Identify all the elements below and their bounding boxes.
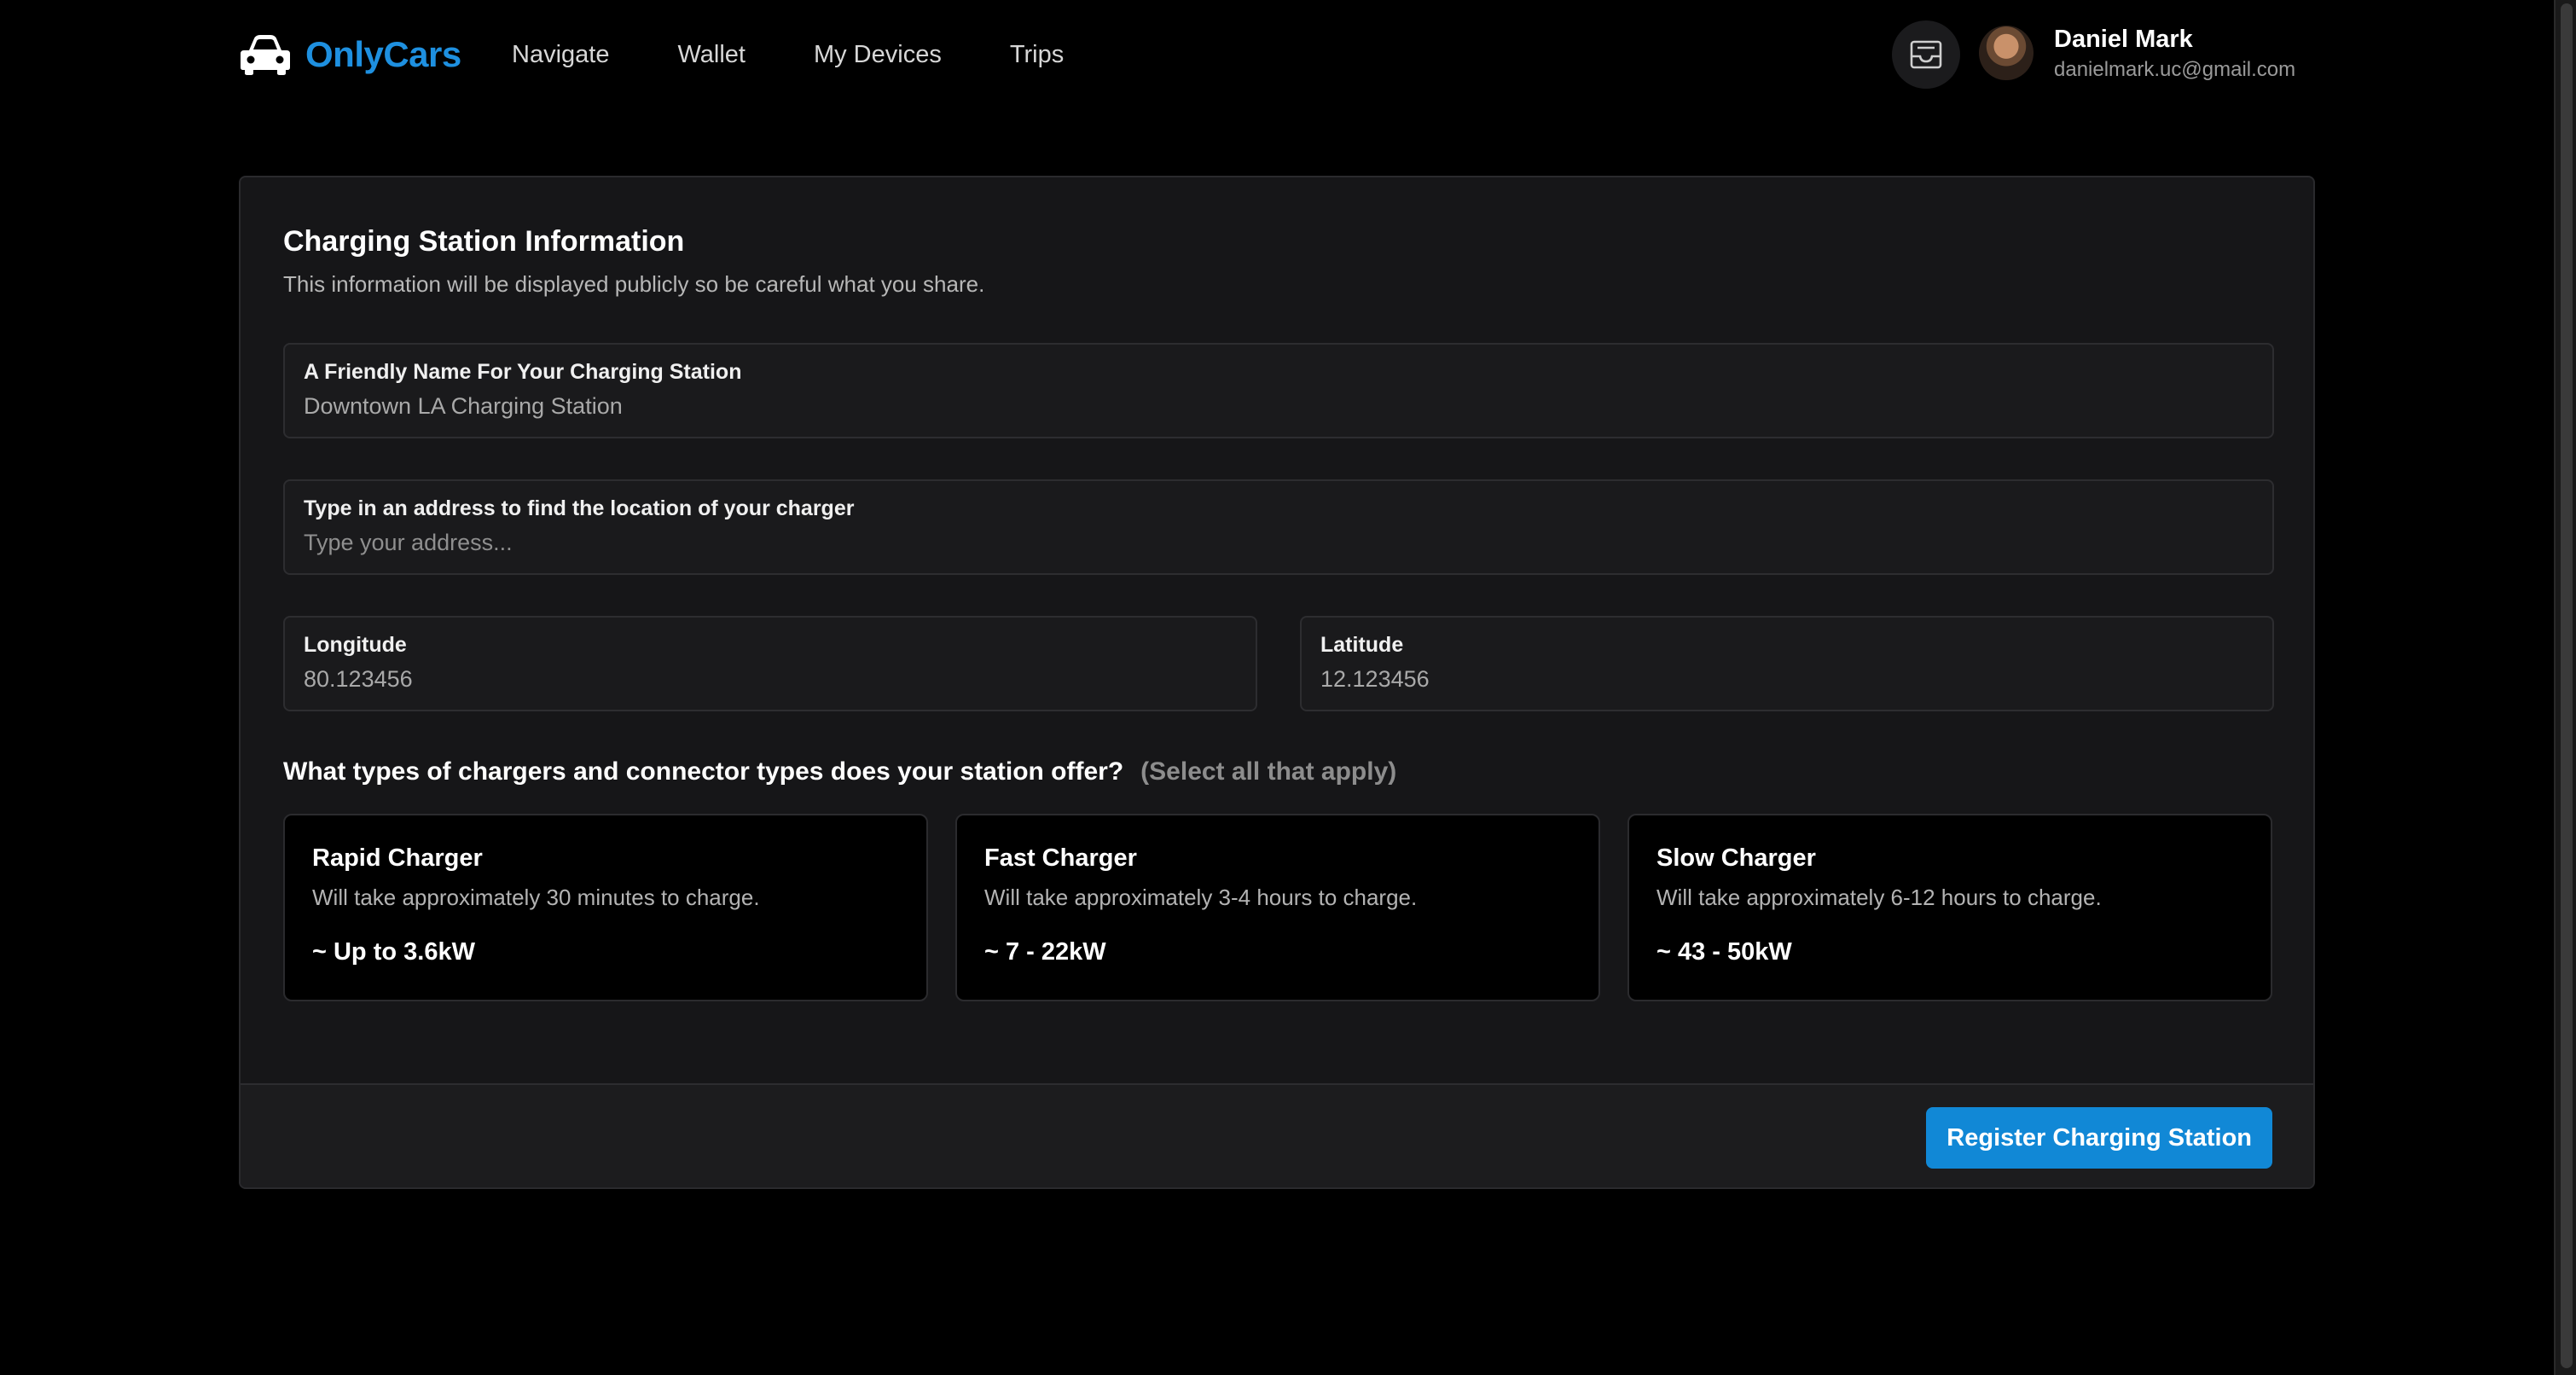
question-text: What types of chargers and connector typ… <box>283 757 1124 786</box>
address-input[interactable] <box>304 530 2254 556</box>
register-station-button[interactable]: Register Charging Station <box>1926 1107 2272 1169</box>
station-name-field[interactable]: A Friendly Name For Your Charging Statio… <box>283 343 2274 438</box>
car-icon <box>241 35 290 75</box>
address-label: Type in an address to find the location … <box>304 496 855 520</box>
charger-title: Rapid Charger <box>312 844 483 872</box>
form-footer: Register Charging Station <box>241 1083 2313 1187</box>
top-header: OnlyCars Navigate Wallet My Devices Trip… <box>239 20 2315 89</box>
charger-power: ~ 7 - 22kW <box>984 938 1106 966</box>
page-title: Charging Station Information <box>283 225 685 258</box>
page-subtitle: This information will be displayed publi… <box>283 271 985 297</box>
charger-types-question: What types of chargers and connector typ… <box>283 757 1396 786</box>
longitude-label: Longitude <box>304 633 407 657</box>
station-form-panel: Charging Station Information This inform… <box>239 176 2315 1189</box>
charger-power: ~ 43 - 50kW <box>1656 938 1792 966</box>
user-email: danielmark.uc@gmail.com <box>2054 58 2296 81</box>
nav-wallet[interactable]: Wallet <box>677 41 746 69</box>
charger-description: Will take approximately 3-4 hours to cha… <box>984 885 1418 910</box>
address-field[interactable]: Type in an address to find the location … <box>283 479 2274 575</box>
charger-option-rapid[interactable]: Rapid Charger Will take approximately 30… <box>283 814 928 1001</box>
nav-trips[interactable]: Trips <box>1010 41 1064 69</box>
station-name-label: A Friendly Name For Your Charging Statio… <box>304 360 742 384</box>
brand-logo[interactable]: OnlyCars <box>239 26 461 84</box>
latitude-input[interactable] <box>1320 666 2254 693</box>
charger-title: Slow Charger <box>1656 844 1816 872</box>
inbox-icon <box>1910 40 1942 69</box>
station-name-input[interactable] <box>304 393 2254 420</box>
brand-name: OnlyCars <box>305 34 461 74</box>
charger-title: Fast Charger <box>984 844 1137 872</box>
scrollbar-thumb[interactable] <box>2561 3 2573 1368</box>
latitude-label: Latitude <box>1320 633 1404 657</box>
charger-description: Will take approximately 30 minutes to ch… <box>312 885 760 910</box>
question-hint: (Select all that apply) <box>1140 757 1397 786</box>
user-avatar[interactable] <box>1979 26 2034 80</box>
longitude-input[interactable] <box>304 666 1237 693</box>
latitude-field[interactable]: Latitude <box>1300 616 2274 711</box>
charger-option-slow[interactable]: Slow Charger Will take approximately 6-1… <box>1627 814 2272 1001</box>
user-name: Daniel Mark <box>2054 26 2193 53</box>
nav-navigate[interactable]: Navigate <box>512 41 609 69</box>
charger-description: Will take approximately 6-12 hours to ch… <box>1656 885 2102 910</box>
charger-option-fast[interactable]: Fast Charger Will take approximately 3-4… <box>955 814 1600 1001</box>
main-nav: Navigate Wallet My Devices Trips <box>512 26 1132 84</box>
inbox-button[interactable] <box>1892 20 1960 89</box>
longitude-field[interactable]: Longitude <box>283 616 1257 711</box>
page-scrollbar[interactable] <box>2554 0 2576 1375</box>
charger-power: ~ Up to 3.6kW <box>312 938 475 966</box>
nav-my-devices[interactable]: My Devices <box>814 41 942 69</box>
